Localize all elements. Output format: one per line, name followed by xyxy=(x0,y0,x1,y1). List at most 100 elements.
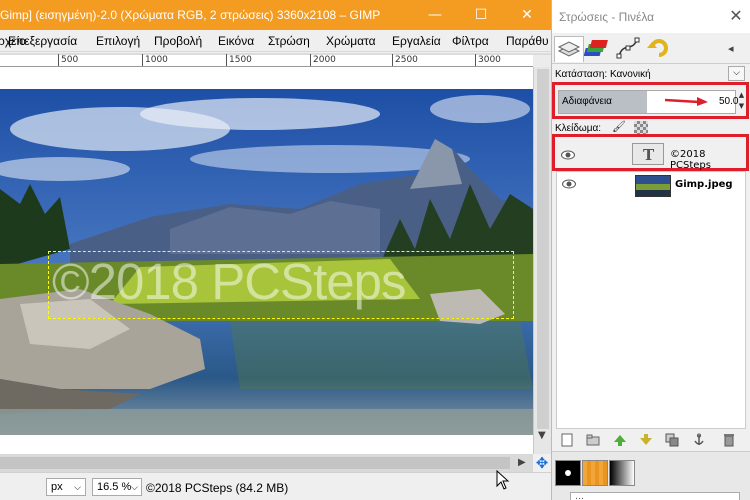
layer-name[interactable]: Gimp.jpeg xyxy=(675,179,733,190)
chevron-down-icon: ⌵ xyxy=(74,482,81,492)
dock-menu-icon[interactable]: ◂ xyxy=(728,42,734,55)
dock-close-button[interactable]: ✕ xyxy=(722,2,750,30)
menu-edit[interactable]: Επεξεργασία xyxy=(8,34,77,48)
scroll-down-icon[interactable]: ▼ xyxy=(538,430,546,441)
status-message: ©2018 PCSteps (84.2 MB) xyxy=(146,481,289,495)
horizontal-scroll-thumb[interactable] xyxy=(0,457,510,469)
dock-title-bar: Στρώσεις - Πινέλα ✕ xyxy=(552,0,750,33)
tool-filter-input[interactable]: … xyxy=(570,492,740,500)
zoom-select[interactable]: 16.5 % ⌵ xyxy=(92,478,142,496)
image-layer-thumbnail xyxy=(635,175,671,197)
zoom-value: 16.5 % xyxy=(97,481,132,493)
anchor-layer-icon[interactable] xyxy=(692,433,706,447)
text-layer-highlight: T ©2018 PCSteps xyxy=(552,134,749,171)
paths-icon xyxy=(616,37,640,59)
opacity-value: 50.0 xyxy=(719,96,739,107)
chevron-down-icon: ⌵ xyxy=(131,482,138,492)
annotation-arrow-icon xyxy=(664,97,708,106)
unit-value: px xyxy=(51,481,63,493)
eye-icon[interactable] xyxy=(561,150,575,160)
ruler-label: 3000 xyxy=(478,55,501,65)
mode-label: Κατάσταση: Κανονική xyxy=(555,69,651,80)
menu-layer[interactable]: Στρώση xyxy=(268,34,310,48)
opacity-slider[interactable]: Αδιαφάνεια 50.0 xyxy=(558,90,739,114)
menu-view[interactable]: Προβολή xyxy=(154,34,202,48)
text-layer-boundary xyxy=(48,251,514,319)
horizontal-scrollbar[interactable]: ▶ xyxy=(0,454,533,472)
channels-icon xyxy=(583,40,608,56)
title-bar: Gimp] (εισηγμένη)-2.0 (Χρώματα RGB, 2 στ… xyxy=(0,0,551,30)
menu-select[interactable]: Επιλογή xyxy=(96,34,140,48)
dock-title: Στρώσεις - Πινέλα xyxy=(559,10,655,24)
tab-undo-history[interactable] xyxy=(644,36,674,62)
vertical-scrollbar[interactable]: ▼ xyxy=(533,67,551,454)
tab-channels[interactable] xyxy=(583,36,614,62)
opacity-highlight: Αδιαφάνεια 50.0 ▲ ▼ xyxy=(552,82,749,119)
brush-preview[interactable] xyxy=(555,460,581,486)
new-layer-icon[interactable] xyxy=(560,433,574,447)
layers-icon xyxy=(557,41,581,57)
text-layer-thumbnail: T xyxy=(632,143,664,165)
duplicate-layer-icon[interactable] xyxy=(665,433,679,447)
brush-tool-area: … xyxy=(552,451,750,500)
layers-dock: Στρώσεις - Πινέλα ✕ ◂ Κατάσταση: Κανονικ… xyxy=(551,0,750,500)
vertical-scroll-thumb[interactable] xyxy=(537,69,549,429)
eye-icon[interactable] xyxy=(562,179,576,189)
text-tool-icon: T xyxy=(643,146,655,164)
checkerboard-icon[interactable] xyxy=(634,121,648,134)
gimp-screen: Gimp] (εισηγμένη)-2.0 (Χρώματα RGB, 2 στ… xyxy=(0,0,750,500)
unit-select[interactable]: px ⌵ xyxy=(46,478,86,496)
ruler-tick xyxy=(226,54,227,66)
chevron-down-icon: ⌵ xyxy=(733,68,740,78)
ruler-label: 2000 xyxy=(313,55,336,65)
new-layer-group-icon[interactable] xyxy=(586,433,600,447)
delete-layer-icon[interactable] xyxy=(722,433,736,447)
brush-dot-icon xyxy=(565,470,571,476)
ruler-tick xyxy=(310,54,311,66)
status-bar: px ⌵ 16.5 % ⌵ ©2018 PCSteps (84.2 MB) xyxy=(0,472,551,500)
horizontal-ruler: 500 1000 1500 2000 2500 3000 xyxy=(0,54,533,67)
scroll-right-icon[interactable]: ▶ xyxy=(518,457,526,468)
close-button[interactable]: ✕ xyxy=(504,0,550,30)
maximize-button[interactable]: ☐ xyxy=(458,0,504,30)
layer-row[interactable]: Gimp.jpeg xyxy=(557,172,745,200)
opacity-label: Αδιαφάνεια xyxy=(562,96,612,107)
tab-layers[interactable] xyxy=(554,36,584,62)
paintbrush-icon[interactable]: 🖌 xyxy=(612,120,626,133)
ruler-tick xyxy=(392,54,393,66)
minimize-button[interactable]: — xyxy=(412,0,458,30)
gradient-preview[interactable] xyxy=(609,460,635,486)
ruler-corner xyxy=(533,55,551,67)
layer-buttons xyxy=(552,429,750,451)
ruler-tick xyxy=(142,54,143,66)
layers-list[interactable]: Gimp.jpeg xyxy=(556,171,746,429)
canvas-padding-top xyxy=(0,67,533,89)
lower-layer-icon[interactable] xyxy=(639,433,653,447)
layer-name[interactable]: ©2018 PCSteps xyxy=(670,149,746,171)
tab-paths[interactable] xyxy=(614,36,644,62)
menu-windows[interactable]: Παράθυ xyxy=(506,34,549,48)
mode-dropdown[interactable]: ⌵ xyxy=(728,66,745,81)
window-title: Gimp] (εισηγμένη)-2.0 (Χρώματα RGB, 2 στ… xyxy=(0,8,381,22)
raise-layer-icon[interactable] xyxy=(613,433,627,447)
ruler-label: 1500 xyxy=(229,55,252,65)
ruler-label: 1000 xyxy=(145,55,168,65)
lock-label: Κλείδωμα: xyxy=(555,123,602,134)
svg-text:T: T xyxy=(643,146,655,164)
canvas-padding-bottom xyxy=(0,435,533,454)
undo-history-icon xyxy=(647,39,668,57)
ruler-tick xyxy=(58,54,59,66)
dock-tabs: ◂ xyxy=(552,34,750,64)
navigate-icon[interactable]: ✥ xyxy=(533,454,551,472)
ruler-label: 500 xyxy=(61,55,79,65)
pattern-preview[interactable] xyxy=(582,460,608,486)
ruler-label: 2500 xyxy=(395,55,418,65)
opacity-spinner[interactable]: ▲ ▼ xyxy=(737,90,746,114)
menu-filters[interactable]: Φίλτρα xyxy=(452,34,489,48)
menu-image[interactable]: Εικόνα xyxy=(218,34,254,48)
ruler-tick xyxy=(475,54,476,66)
menu-tools[interactable]: Εργαλεία xyxy=(392,34,441,48)
mouse-cursor-icon xyxy=(496,470,510,490)
menu-colors[interactable]: Χρώματα xyxy=(326,34,376,48)
menu-bar: Αρχείο Επεξεργασία Επιλογή Προβολή Εικόν… xyxy=(0,30,551,52)
